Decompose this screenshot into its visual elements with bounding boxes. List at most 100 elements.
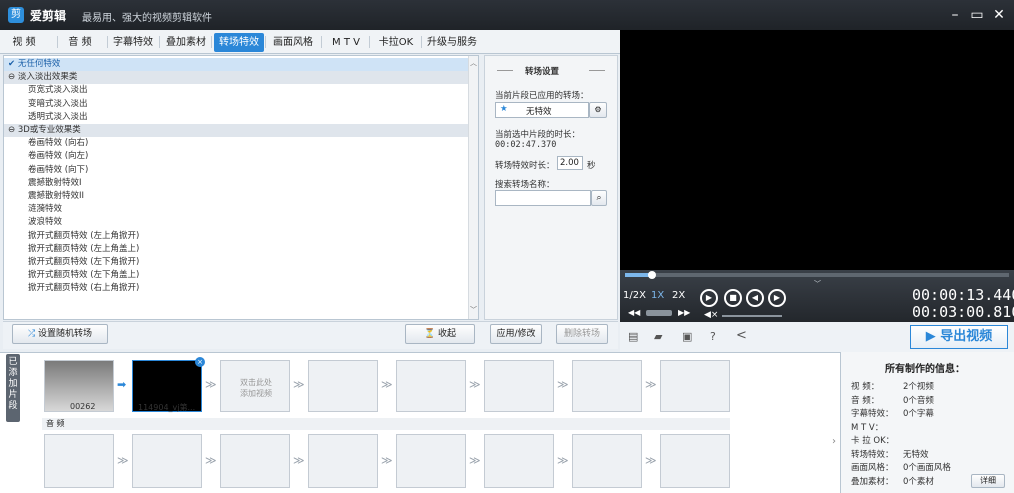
effect-item[interactable]: 卷画特效 (向右)	[4, 137, 468, 150]
effect-item[interactable]: 掀开式翻页特效 (左上角盖上)	[4, 243, 468, 256]
effect-group[interactable]: ⊖ 3D或专业效果类	[4, 124, 468, 137]
transition-effects-list: ✔ 无任何特效 ⊖ 淡入淡出效果类 页宽式淡入淡出 变暗式淡入淡出 透明式淡入淡出 ⊖ 3…	[3, 55, 479, 320]
folder-icon[interactable]: ▰	[654, 330, 662, 343]
star-icon: ★	[500, 104, 508, 114]
effect-item[interactable]: 页宽式淡入淡出	[4, 84, 468, 97]
scroll-down-icon[interactable]: ﹀	[470, 305, 477, 315]
added-clips-tab[interactable]: 已添加片段	[6, 354, 20, 422]
add-video-hint: 双击此处 添加视频	[240, 378, 272, 398]
audio-slot[interactable]	[44, 434, 114, 488]
info-value: 0个素材	[903, 476, 934, 487]
share-icon[interactable]: <	[736, 328, 747, 343]
tab-3[interactable]: 叠加素材	[162, 33, 210, 52]
minimize-button[interactable]: –	[944, 5, 966, 25]
audio-slot[interactable]	[132, 434, 202, 488]
effect-item[interactable]: 波浪特效	[4, 216, 468, 229]
empty-clip-slot[interactable]	[484, 360, 554, 412]
speed-half-button[interactable]: 1/2X	[623, 290, 646, 301]
next-frame-icon[interactable]: ▶	[768, 289, 786, 307]
audio-slot[interactable]	[220, 434, 290, 488]
tab-6[interactable]: M T V	[324, 33, 368, 52]
rewind-icon[interactable]: ◀◀	[628, 308, 640, 317]
seek-handle[interactable]	[648, 271, 656, 279]
tab-4[interactable]: 转场特效	[214, 33, 264, 52]
effect-duration-input[interactable]: 2.00	[557, 156, 583, 170]
empty-clip-slot[interactable]	[660, 360, 730, 412]
info-key: 卡 拉 OK：	[851, 436, 895, 446]
speed-2x-button[interactable]: 2X	[672, 290, 685, 301]
applied-value: 无特效	[526, 107, 552, 117]
tab-2[interactable]: 字幕特效	[110, 33, 156, 52]
chevron-down-icon[interactable]: ﹀	[814, 279, 821, 289]
effect-item[interactable]: 掀开式翻页特效 (左下角掀开)	[4, 256, 468, 269]
search-icon[interactable]: ⌕	[591, 190, 607, 206]
speed-1x-button[interactable]: 1X	[651, 290, 664, 301]
random-transition-button[interactable]: ⤮ 设置随机转场	[12, 324, 108, 344]
remove-clip-icon[interactable]: ×	[195, 357, 205, 367]
empty-clip-slot[interactable]	[572, 360, 642, 412]
search-input[interactable]	[495, 190, 591, 206]
expand-arrow-icon[interactable]: ›	[832, 436, 836, 447]
seek-bar[interactable]	[625, 273, 1009, 277]
transition-arrow-icon[interactable]: ➡	[117, 378, 126, 391]
audio-slot[interactable]	[308, 434, 378, 488]
effect-item[interactable]: 变暗式淡入淡出	[4, 98, 468, 111]
empty-clip-slot[interactable]	[396, 360, 466, 412]
apply-button[interactable]: 应用/修改	[490, 324, 542, 344]
transition-arrow-icon[interactable]: ≫	[205, 378, 217, 391]
effect-item[interactable]: 卷画特效 (向左)	[4, 150, 468, 163]
scroll-up-icon[interactable]: ︿	[470, 58, 477, 68]
effect-item[interactable]: 震撼散射特效I	[4, 177, 468, 190]
list-scrollbar[interactable]: ︿ ﹀	[468, 56, 478, 319]
jog-slider[interactable]	[646, 310, 672, 316]
prev-frame-icon[interactable]: ◀	[746, 289, 764, 307]
volume-slider[interactable]	[722, 315, 782, 317]
transition-settings-panel: 转场设置 当前片段已应用的转场： ★ 无特效 ⚙ 当前选中片段的时长： 00:0…	[484, 55, 618, 320]
effect-item[interactable]: 涟漪特效	[4, 203, 468, 216]
audio-arrow-icon: ≫	[381, 454, 393, 467]
delete-transition-button[interactable]: 删除转场	[556, 324, 608, 344]
add-video-slot[interactable]: 双击此处 添加视频	[220, 360, 290, 412]
tab-7[interactable]: 卡拉OK	[372, 33, 420, 52]
transition-arrow-icon[interactable]: ≫	[557, 378, 569, 391]
tab-separator	[57, 36, 58, 48]
audio-slot[interactable]	[572, 434, 642, 488]
effect-item[interactable]: 掀开式翻页特效 (左上角掀开)	[4, 230, 468, 243]
clip-duration-value: 00:02:47.370	[495, 140, 557, 150]
audio-slot[interactable]	[484, 434, 554, 488]
effect-item[interactable]: 掀开式翻页特效 (右上角掀开)	[4, 282, 468, 295]
effect-group[interactable]: ⊖ 淡入淡出效果类	[4, 71, 468, 85]
stop-icon[interactable]: ■	[724, 289, 742, 307]
transition-arrow-icon[interactable]: ≫	[469, 378, 481, 391]
tab-8[interactable]: 升级与服务	[424, 33, 480, 52]
video-preview[interactable]	[620, 30, 1014, 270]
effect-item[interactable]: 卷画特效 (向下)	[4, 164, 468, 177]
tab-0[interactable]: 视 频	[6, 33, 42, 52]
transition-arrow-icon[interactable]: ≫	[645, 378, 657, 391]
effect-item[interactable]: ✔ 无任何特效	[4, 58, 468, 71]
collapse-button[interactable]: ⏳ 收起	[405, 324, 475, 344]
info-key: 音 频：	[851, 395, 880, 406]
export-video-button[interactable]: ▶ 导出视频	[910, 325, 1008, 349]
close-button[interactable]: ✕	[988, 5, 1010, 25]
play-icon[interactable]: ▶	[700, 289, 718, 307]
empty-clip-slot[interactable]	[308, 360, 378, 412]
effect-item[interactable]: 掀开式翻页特效 (左下角盖上)	[4, 269, 468, 282]
effect-item[interactable]: 震撼散射特效II	[4, 190, 468, 203]
detail-button[interactable]: 详细	[971, 474, 1005, 488]
transition-arrow-icon[interactable]: ≫	[293, 378, 305, 391]
audio-slot[interactable]	[660, 434, 730, 488]
tab-1[interactable]: 音 频	[60, 33, 100, 52]
help-icon[interactable]: ?	[710, 330, 716, 343]
restore-button[interactable]: ▭	[966, 5, 988, 25]
transition-arrow-icon[interactable]: ≫	[381, 378, 393, 391]
volume-icon[interactable]: ◀×	[704, 310, 718, 320]
effect-item[interactable]: 透明式淡入淡出	[4, 111, 468, 124]
info-value: 0个画面风格	[903, 463, 951, 473]
tab-5[interactable]: 画面风格	[268, 33, 318, 52]
fast-forward-icon[interactable]: ▶▶	[678, 308, 690, 317]
audio-slot[interactable]	[396, 434, 466, 488]
save-icon[interactable]: ▣	[682, 330, 692, 343]
transition-settings-icon[interactable]: ⚙	[589, 102, 607, 118]
image-icon[interactable]: ▤	[628, 330, 638, 343]
